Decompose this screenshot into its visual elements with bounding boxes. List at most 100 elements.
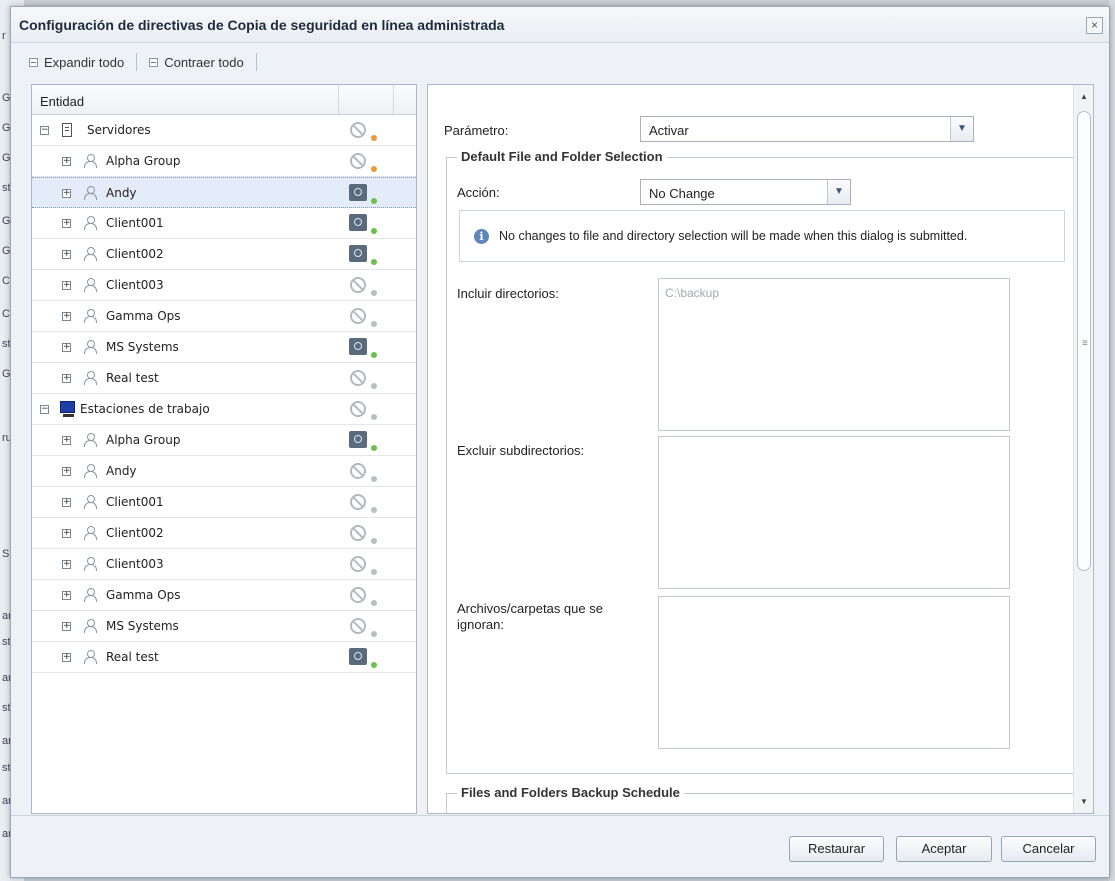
- tree-item-row[interactable]: + Client001: [32, 487, 416, 518]
- expand-toggle-icon[interactable]: +: [62, 250, 71, 259]
- policy-disabled-icon[interactable]: [350, 525, 366, 541]
- tree-item-row[interactable]: + Real test: [32, 363, 416, 394]
- tree-item-row[interactable]: + Client001: [32, 208, 416, 239]
- ignored-label: Archivos/carpetas que se ignoran:: [457, 601, 603, 632]
- policy-active-icon[interactable]: [349, 184, 367, 201]
- collapse-toggle-icon[interactable]: −: [40, 405, 49, 414]
- tree-item-row[interactable]: + MS Systems: [32, 611, 416, 642]
- status-dot: [371, 352, 377, 358]
- expand-toggle-icon[interactable]: +: [62, 653, 71, 662]
- dialog-title: Configuración de directivas de Copia de …: [19, 16, 505, 33]
- policy-disabled-icon[interactable]: [350, 122, 366, 138]
- expand-toggle-icon[interactable]: +: [62, 498, 71, 507]
- policy-disabled-icon[interactable]: [350, 308, 366, 324]
- close-button[interactable]: ×: [1086, 17, 1103, 34]
- policy-disabled-icon[interactable]: [350, 153, 366, 169]
- tree-item-row[interactable]: + Client002: [32, 239, 416, 270]
- include-directories-field[interactable]: C:\backup: [658, 278, 1010, 431]
- expand-toggle-icon[interactable]: +: [62, 312, 71, 321]
- user-group-icon: [83, 278, 97, 292]
- expand-toggle-icon[interactable]: +: [62, 343, 71, 352]
- policy-active-icon[interactable]: [349, 648, 367, 665]
- tree-item-row[interactable]: + Real test: [32, 642, 416, 673]
- background-app-text: r: [2, 30, 6, 42]
- policy-disabled-icon[interactable]: [350, 463, 366, 479]
- section-default-title: Default File and Folder Selection: [457, 149, 667, 164]
- user-group-icon: [83, 619, 97, 633]
- ignored-files-field[interactable]: [658, 596, 1010, 749]
- status-dot: [371, 445, 377, 451]
- policy-form: Parámetro: Activar ▼ Default File and Fo…: [427, 84, 1094, 814]
- cancel-button[interactable]: Cancelar: [1001, 836, 1096, 862]
- tree-item-row[interactable]: + Client003: [32, 549, 416, 580]
- parameter-select[interactable]: Activar ▼: [640, 116, 974, 142]
- expand-toggle-icon[interactable]: +: [62, 157, 71, 166]
- column-header-status[interactable]: [339, 85, 394, 114]
- user-group-icon: [83, 371, 97, 385]
- scroll-down-icon[interactable]: ▼: [1080, 797, 1088, 806]
- tree-item-row[interactable]: + Client003: [32, 270, 416, 301]
- user-group-icon: [83, 309, 97, 323]
- policy-active-icon[interactable]: [349, 431, 367, 448]
- expand-toggle-icon[interactable]: +: [62, 591, 71, 600]
- expand-toggle-icon[interactable]: +: [62, 189, 71, 198]
- action-select[interactable]: No Change ▼: [640, 179, 851, 205]
- tree-item-row[interactable]: + Alpha Group: [32, 146, 416, 177]
- tree-item-row[interactable]: + Client002: [32, 518, 416, 549]
- expand-all-button[interactable]: Expandir todo: [23, 55, 130, 70]
- exclude-subdirectories-field[interactable]: [658, 436, 1010, 589]
- expand-icon: [29, 57, 38, 67]
- expand-toggle-icon[interactable]: +: [62, 529, 71, 538]
- policy-disabled-icon[interactable]: [350, 494, 366, 510]
- tree-item-row[interactable]: + Andy: [32, 177, 416, 208]
- status-dot: [371, 166, 377, 172]
- expand-toggle-icon[interactable]: +: [62, 622, 71, 631]
- tree-group-row[interactable]: − Servidores: [32, 115, 416, 146]
- policy-active-icon[interactable]: [349, 338, 367, 355]
- form-scrollbar[interactable]: ▲ ≡ ▼: [1073, 85, 1093, 813]
- action-value: No Change: [649, 186, 715, 201]
- scrollbar-thumb[interactable]: ≡: [1077, 111, 1091, 571]
- tree-group-label: Servidores: [87, 123, 151, 137]
- collapse-all-button[interactable]: Contraer todo: [143, 55, 250, 70]
- status-dot: [371, 383, 377, 389]
- parameter-label: Parámetro:: [444, 123, 509, 138]
- expand-toggle-icon[interactable]: +: [62, 436, 71, 445]
- tree-body: − Servidores + Alpha Group + Andy + Client001 + C…: [32, 115, 416, 673]
- tree-item-row[interactable]: + Alpha Group: [32, 425, 416, 456]
- info-message: i No changes to file and directory selec…: [459, 210, 1065, 262]
- policy-disabled-icon[interactable]: [350, 587, 366, 603]
- collapse-icon: [149, 57, 159, 67]
- tree-item-row[interactable]: + MS Systems: [32, 332, 416, 363]
- expand-toggle-icon[interactable]: +: [62, 281, 71, 290]
- restore-button[interactable]: Restaurar: [789, 836, 884, 862]
- column-header-entity[interactable]: Entidad: [32, 85, 339, 114]
- tree-header: Entidad: [32, 85, 416, 115]
- policy-dialog: Configuración de directivas de Copia de …: [10, 6, 1110, 878]
- collapse-toggle-icon[interactable]: −: [40, 126, 49, 135]
- section-schedule-title: Files and Folders Backup Schedule: [457, 785, 684, 800]
- tree-group-row[interactable]: − Estaciones de trabajo: [32, 394, 416, 425]
- expand-toggle-icon[interactable]: +: [62, 467, 71, 476]
- tree-item-label: Client002: [106, 247, 164, 261]
- policy-disabled-icon[interactable]: [350, 556, 366, 572]
- dialog-titlebar: Configuración de directivas de Copia de …: [11, 7, 1109, 43]
- tree-item-row[interactable]: + Andy: [32, 456, 416, 487]
- policy-disabled-icon[interactable]: [350, 370, 366, 386]
- accept-button[interactable]: Aceptar: [896, 836, 992, 862]
- policy-disabled-icon[interactable]: [350, 618, 366, 634]
- expand-toggle-icon[interactable]: +: [62, 374, 71, 383]
- backup-schedule-fieldset: Files and Folders Backup Schedule: [446, 785, 1074, 813]
- policy-active-icon[interactable]: [349, 214, 367, 231]
- tree-item-row[interactable]: + Gamma Ops: [32, 580, 416, 611]
- policy-disabled-icon[interactable]: [350, 277, 366, 293]
- expand-toggle-icon[interactable]: +: [62, 560, 71, 569]
- scroll-up-icon[interactable]: ▲: [1080, 92, 1088, 101]
- policy-active-icon[interactable]: [349, 245, 367, 262]
- collapse-all-label: Contraer todo: [164, 54, 244, 70]
- expand-toggle-icon[interactable]: +: [62, 219, 71, 228]
- policy-disabled-icon[interactable]: [350, 401, 366, 417]
- chevron-down-icon: ▼: [950, 117, 973, 141]
- tree-item-row[interactable]: + Gamma Ops: [32, 301, 416, 332]
- tree-item-label: Andy: [106, 185, 137, 200]
